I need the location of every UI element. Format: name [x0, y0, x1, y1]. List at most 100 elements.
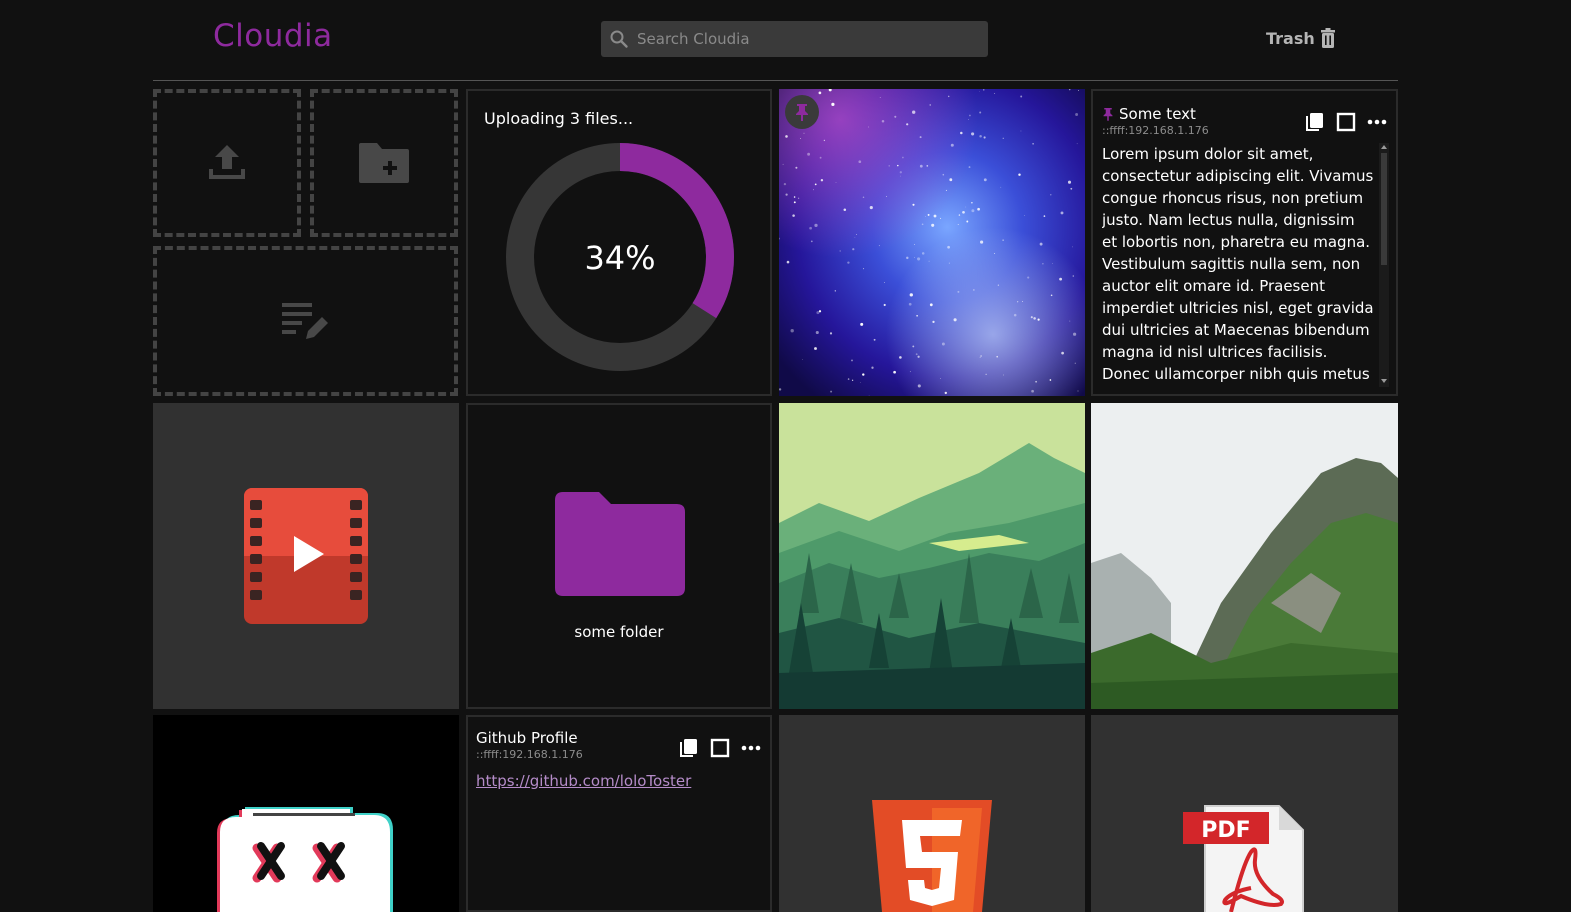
- copy-icon: [680, 739, 697, 757]
- link-note-title: Github Profile: [476, 729, 578, 747]
- star: [919, 136, 922, 139]
- star: [886, 196, 888, 197]
- trash-button[interactable]: Trash: [1266, 28, 1336, 48]
- star: [847, 261, 850, 264]
- star: [908, 302, 912, 306]
- star: [814, 223, 818, 228]
- star: [1060, 211, 1064, 215]
- star: [983, 136, 986, 139]
- star: [1067, 180, 1072, 184]
- star: [856, 234, 858, 236]
- star: [977, 207, 980, 211]
- pin-icon: [1103, 108, 1113, 121]
- star: [1000, 186, 1002, 188]
- app-logo[interactable]: Cloudia: [213, 18, 333, 54]
- upload-file-button[interactable]: [153, 89, 301, 237]
- star: [926, 165, 929, 167]
- more-icon: [1367, 119, 1387, 125]
- star: [945, 189, 947, 191]
- star: [960, 131, 963, 135]
- star: [1077, 390, 1079, 392]
- star: [786, 260, 790, 264]
- html5-file-tile[interactable]: [779, 715, 1085, 912]
- star: [933, 214, 937, 218]
- star: [914, 244, 916, 245]
- star: [839, 250, 841, 252]
- more-button[interactable]: [1367, 112, 1387, 136]
- folder-icon: [555, 492, 685, 596]
- star: [969, 114, 971, 117]
- scrollbar-thumb[interactable]: [1381, 153, 1387, 265]
- copy-button[interactable]: [1305, 112, 1325, 136]
- star: [968, 166, 971, 169]
- star: [899, 356, 902, 359]
- star: [1059, 277, 1063, 281]
- select-button[interactable]: [710, 738, 730, 762]
- copy-button[interactable]: [679, 738, 699, 762]
- star: [978, 91, 980, 92]
- star: [941, 342, 945, 346]
- select-button[interactable]: [1336, 112, 1356, 136]
- upload-percent: 34%: [584, 239, 655, 277]
- search-bar[interactable]: [601, 21, 988, 57]
- forest-artwork: [779, 403, 1085, 709]
- star: [881, 119, 885, 123]
- galaxy-artwork: [779, 89, 1085, 396]
- github-link[interactable]: https://github.com/loloToster: [476, 772, 691, 790]
- star: [1022, 301, 1024, 303]
- star: [985, 373, 987, 375]
- header-divider: [153, 80, 1398, 81]
- new-note-button[interactable]: [153, 246, 458, 396]
- scroll-up-icon[interactable]: [1379, 143, 1389, 151]
- star: [873, 338, 876, 341]
- scroll-down-icon[interactable]: [1379, 377, 1389, 385]
- folder-tile[interactable]: some folder: [466, 403, 772, 709]
- more-button[interactable]: [741, 738, 761, 762]
- mascot-artwork: [217, 807, 393, 912]
- star: [914, 257, 915, 259]
- star: [912, 110, 916, 114]
- star: [878, 245, 880, 247]
- star: [962, 210, 965, 214]
- star: [888, 165, 890, 167]
- star: [980, 240, 984, 244]
- star: [814, 347, 817, 350]
- video-file-tile[interactable]: [153, 403, 459, 709]
- forest-landscape-image[interactable]: [779, 403, 1085, 709]
- video-file-icon: [244, 488, 368, 624]
- folder-name: some folder: [574, 623, 664, 641]
- star: [835, 181, 837, 183]
- star: [793, 196, 796, 198]
- search-input[interactable]: [637, 21, 977, 57]
- new-folder-button[interactable]: [310, 89, 458, 237]
- star: [994, 93, 996, 94]
- mountain-photo[interactable]: [1091, 403, 1398, 709]
- star: [965, 206, 967, 208]
- pdf-file-tile[interactable]: PDF: [1091, 715, 1398, 912]
- star: [931, 223, 935, 227]
- select-icon: [1336, 112, 1356, 132]
- more-icon: [741, 745, 761, 751]
- galaxy-image[interactable]: [779, 89, 1085, 396]
- star: [1024, 215, 1026, 216]
- star: [929, 104, 931, 106]
- star: [1003, 374, 1004, 376]
- star: [947, 95, 950, 98]
- star: [915, 353, 918, 356]
- star: [834, 290, 836, 292]
- pin-badge[interactable]: [785, 95, 819, 129]
- star: [809, 226, 812, 230]
- star: [957, 290, 960, 293]
- link-note-card[interactable]: Github Profile ::ffff:192.168.1.176 http…: [466, 715, 772, 912]
- upload-status-text: Uploading 3 files...: [484, 109, 634, 128]
- note-scrollbar[interactable]: [1379, 143, 1389, 387]
- star: [862, 196, 865, 199]
- glitch-mascot-image[interactable]: [153, 715, 459, 912]
- star: [852, 248, 855, 251]
- upload-icon: [209, 145, 245, 179]
- note-body[interactable]: Lorem ipsum dolor sit amet, consectetur …: [1102, 143, 1374, 383]
- text-note-card[interactable]: Some text ::ffff:192.168.1.176 Lorem ips…: [1091, 89, 1398, 396]
- star: [909, 293, 913, 297]
- star: [944, 391, 947, 395]
- star: [847, 378, 850, 380]
